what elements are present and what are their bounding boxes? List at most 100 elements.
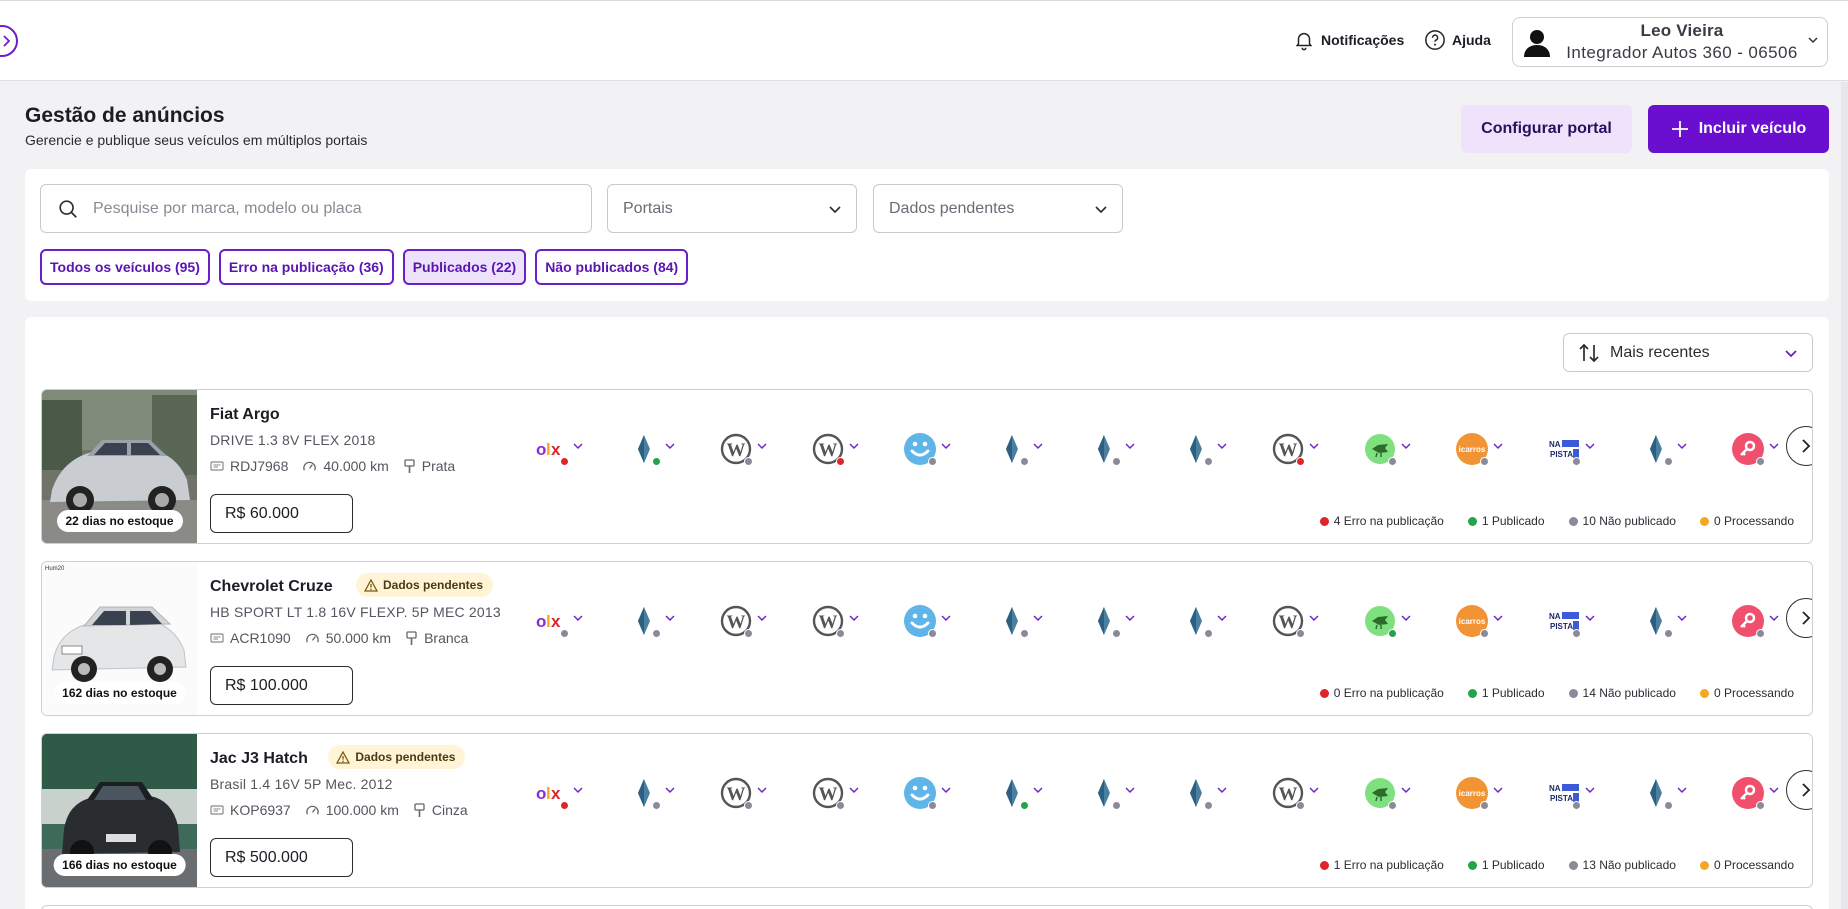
chevron-down-icon (1769, 787, 1779, 793)
price-field[interactable]: R$ 60.000 (210, 494, 353, 533)
portal-napista[interactable]: NA PISTA (1547, 430, 1602, 472)
svg-text:o: o (536, 784, 546, 803)
portal-wordpress[interactable]: W (811, 430, 866, 472)
chip-all-vehicles[interactable]: Todos os veículos (95) (40, 249, 210, 285)
sort-arrows-icon (1579, 343, 1599, 362)
portal-red-key[interactable] (1731, 602, 1786, 644)
sort-select[interactable]: Mais recentes (1563, 333, 1813, 372)
portal-diamond[interactable] (995, 602, 1050, 644)
price-field[interactable]: R$ 500.000 (210, 838, 353, 877)
vehicle-photo[interactable]: 166 dias no estoque (42, 734, 197, 887)
vehicle-row[interactable]: 22 dias no estoque Fiat Argo DRIVE 1.3 8V … (41, 389, 1813, 544)
portal-smile[interactable] (903, 602, 958, 644)
price-field[interactable]: R$ 100.000 (210, 666, 353, 705)
vehicle-row[interactable]: Hum20 162 dias no estoque Chevrolet Cruze D… (41, 561, 1813, 716)
portal-diamond[interactable] (1087, 430, 1142, 472)
legend-published: 1 Publicado (1467, 686, 1545, 700)
configure-portal-button[interactable]: Configurar portal (1461, 105, 1632, 153)
pending-data-select[interactable]: Dados pendentes (873, 184, 1123, 233)
portal-diamond[interactable] (1087, 602, 1142, 644)
vehicle-name[interactable]: Chevrolet Cruze (210, 578, 333, 596)
chevron-down-icon (1401, 615, 1411, 621)
portal-green-bird[interactable] (1363, 774, 1418, 816)
portal-wordpress[interactable]: W (811, 774, 866, 816)
chip-not-published[interactable]: Não publicados (84) (535, 249, 689, 285)
portal-wordpress[interactable]: W (719, 602, 774, 644)
portal-diamond[interactable] (1179, 430, 1234, 472)
portal-status-dot (1020, 629, 1029, 638)
portal-status-dot (928, 629, 937, 638)
vehicle-photo[interactable]: 22 dias no estoque (42, 390, 197, 543)
portal-diamond[interactable] (1639, 602, 1694, 644)
portal-diamond[interactable] (627, 774, 682, 816)
portal-smile[interactable] (903, 430, 958, 472)
portal-wordpress[interactable]: W (811, 602, 866, 644)
paint-brush-icon (404, 458, 415, 473)
vehicle-row[interactable]: 166 dias no estoque Jac J3 Hatch Dados pen… (41, 733, 1813, 888)
vehicle-name[interactable]: Jac J3 Hatch (210, 750, 308, 768)
plate: ACR1090 (210, 630, 291, 646)
svg-text:x: x (551, 784, 561, 803)
portal-diamond[interactable] (995, 774, 1050, 816)
scrollbar[interactable] (1841, 82, 1848, 909)
chevron-down-icon (1493, 443, 1503, 449)
days-in-stock-badge: 22 dias no estoque (56, 510, 183, 532)
portal-green-bird[interactable] (1363, 430, 1418, 472)
portal-diamond[interactable] (627, 602, 682, 644)
chevron-down-icon (1677, 787, 1687, 793)
chevron-down-icon (665, 443, 675, 449)
portal-icarros[interactable]: icarros (1455, 774, 1510, 816)
portal-diamond[interactable] (627, 430, 682, 472)
portal-red-key[interactable] (1731, 774, 1786, 816)
portal-diamond[interactable] (1179, 774, 1234, 816)
portal-napista[interactable]: NA PISTA (1547, 602, 1602, 644)
vehicle-meta: RDJ7968 40.000 km Prata (210, 458, 455, 474)
vehicle-photo[interactable]: Hum20 162 dias no estoque (42, 562, 197, 715)
user-menu[interactable]: Leo Vieira Integrador Autos 360 - 06506 (1512, 17, 1828, 67)
vehicle-name[interactable]: Fiat Argo (210, 406, 280, 424)
portal-diamond[interactable] (1179, 602, 1234, 644)
days-in-stock-badge: 162 dias no estoque (53, 682, 186, 704)
portal-wordpress[interactable]: W (1271, 430, 1326, 472)
portal-diamond[interactable] (1639, 774, 1694, 816)
portal-status-dot (1756, 801, 1765, 810)
portal-wordpress[interactable]: W (719, 774, 774, 816)
chip-published[interactable]: Publicados (22) (402, 249, 527, 285)
add-vehicle-button[interactable]: Incluir veículo (1648, 105, 1829, 153)
svg-text:o: o (536, 440, 546, 459)
portal-olx[interactable]: olx (535, 430, 590, 472)
portal-icarros[interactable]: icarros (1455, 430, 1510, 472)
svg-text:icarros: icarros (1459, 445, 1486, 454)
chevron-down-icon (573, 615, 583, 621)
portal-status-dot (1388, 457, 1397, 466)
vehicle-version: Brasil 1.4 16V 5P Mec. 2012 (210, 776, 393, 792)
portal-status-dot (652, 457, 661, 466)
portal-napista[interactable]: NA PISTA (1547, 774, 1602, 816)
portals-select[interactable]: Portais (607, 184, 857, 233)
portal-olx[interactable]: olx (535, 602, 590, 644)
portal-red-key[interactable] (1731, 430, 1786, 472)
portal-wordpress[interactable]: W (1271, 602, 1326, 644)
legend-not-published: 10 Não publicado (1568, 514, 1676, 528)
legend-error: 4 Erro na publicação (1319, 514, 1444, 528)
portal-diamond[interactable] (1639, 430, 1694, 472)
search-box[interactable] (40, 184, 592, 233)
portal-wordpress[interactable]: W (1271, 774, 1326, 816)
sidebar-toggle-button[interactable] (0, 25, 18, 57)
notifications-button[interactable]: Notificações (1293, 29, 1404, 51)
vehicle-list: Mais recentes 22 dias no estoque Fiat Arg… (25, 317, 1829, 909)
portal-olx[interactable]: olx (535, 774, 590, 816)
chip-publish-error[interactable]: Erro na publicação (36) (218, 249, 394, 285)
portal-smile[interactable] (903, 774, 958, 816)
color-value: Cinza (431, 802, 468, 818)
vehicle-row-partial[interactable] (41, 905, 1813, 909)
portal-green-bird[interactable] (1363, 602, 1418, 644)
portal-diamond[interactable] (1087, 774, 1142, 816)
plate: RDJ7968 (210, 458, 288, 474)
mileage-value: 100.000 km (325, 802, 399, 818)
search-input[interactable] (93, 199, 573, 218)
portal-wordpress[interactable]: W (719, 430, 774, 472)
portal-icarros[interactable]: icarros (1455, 602, 1510, 644)
help-button[interactable]: Ajuda (1424, 29, 1491, 51)
portal-diamond[interactable] (995, 430, 1050, 472)
